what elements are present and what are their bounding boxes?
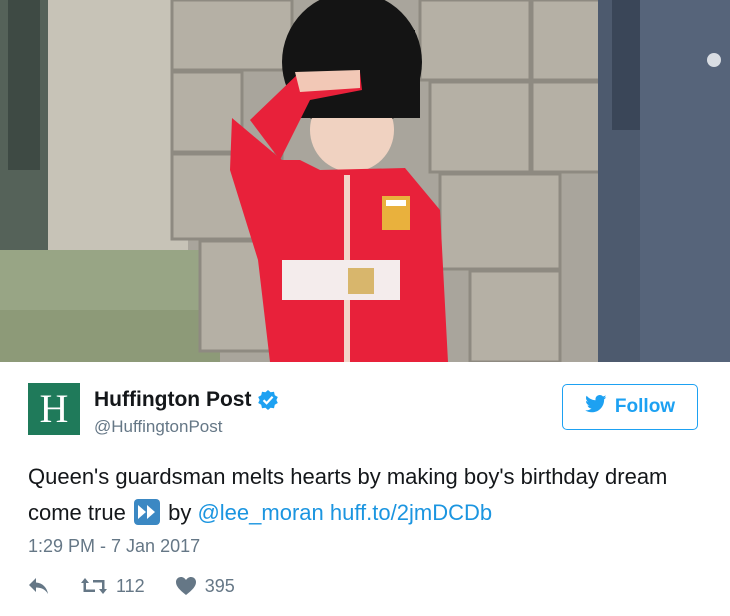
follow-button[interactable]: Follow xyxy=(562,384,698,430)
author-name-row[interactable]: Huffington Post xyxy=(94,388,279,412)
tweet-timestamp[interactable]: 1:29 PM - 7 Jan 2017 xyxy=(28,536,200,557)
reply-button[interactable] xyxy=(28,577,50,595)
like-button[interactable]: 395 xyxy=(175,576,235,597)
guardsman-boy-photo xyxy=(0,0,730,362)
author-name[interactable]: Huffington Post xyxy=(94,388,251,412)
retweet-count: 112 xyxy=(116,575,145,596)
retweet-button[interactable]: 112 xyxy=(80,576,145,597)
fast-forward-emoji-icon xyxy=(133,499,160,525)
tweet-actions: 112 395 xyxy=(28,572,235,600)
retweet-icon xyxy=(80,576,108,596)
url-link[interactable]: huff.to/2jmDCDb xyxy=(330,500,492,525)
author-avatar[interactable]: H xyxy=(28,383,80,435)
tweet-by: by xyxy=(168,500,192,525)
author-handle[interactable]: @HuffingtonPost xyxy=(94,417,222,437)
avatar-letter: H xyxy=(39,386,69,431)
follow-label: Follow xyxy=(614,396,676,417)
tweet-text: Queen's guardsman melts hearts by making… xyxy=(28,459,708,531)
tweet-media-image[interactable] xyxy=(0,0,730,362)
heart-icon xyxy=(175,576,197,596)
like-count: 395 xyxy=(204,575,235,596)
verified-badge-icon xyxy=(257,389,279,411)
twitter-bird-icon xyxy=(585,395,607,419)
reply-icon xyxy=(28,577,50,595)
mention-link[interactable]: @lee_moran xyxy=(197,500,323,525)
